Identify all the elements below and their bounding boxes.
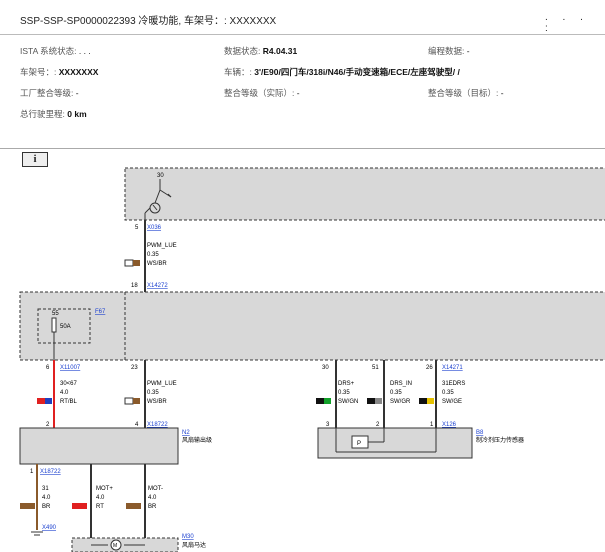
svg-text:WS/BR: WS/BR: [147, 261, 167, 267]
connector-x14271[interactable]: X14271: [442, 365, 463, 371]
svg-text:0.35: 0.35: [390, 390, 402, 396]
svg-text:3: 3: [326, 422, 330, 428]
connector-x14272[interactable]: X14272: [147, 283, 168, 289]
svg-text:SW/GN: SW/GN: [338, 399, 358, 405]
svg-text:MOT-: MOT-: [148, 486, 163, 492]
component-n2[interactable]: N2: [182, 430, 190, 436]
svg-text:PWM_LUE: PWM_LUE: [147, 243, 177, 249]
svg-text:PWM_LUE: PWM_LUE: [147, 381, 177, 387]
wire-color-blue: [45, 398, 52, 404]
svg-text:制冷剂压力传感器: 制冷剂压力传感器: [476, 436, 524, 444]
connector-x18722[interactable]: X18722: [147, 422, 168, 428]
svg-text:DRS+: DRS+: [338, 381, 355, 387]
svg-text:M: M: [113, 543, 117, 549]
svg-text:1: 1: [430, 422, 434, 428]
wire-color-white: [124, 397, 134, 405]
module-n2: [19, 427, 179, 465]
svg-text:0.35: 0.35: [147, 252, 159, 258]
svg-text:0.35: 0.35: [338, 390, 350, 396]
connector-x036[interactable]: X036: [147, 225, 162, 231]
fuse-f67[interactable]: F67: [95, 309, 106, 315]
svg-text:0.35: 0.35: [442, 390, 454, 396]
wire-color-black: [316, 398, 324, 404]
connector-x18722-lower[interactable]: X18722: [40, 469, 61, 475]
wire-color-red: [37, 398, 45, 404]
wire-color-brown: [133, 260, 140, 266]
svg-text:5: 5: [135, 225, 139, 231]
wire-color-red: [72, 503, 87, 509]
wire-color-brown: [126, 503, 141, 509]
svg-text:31: 31: [42, 486, 49, 492]
svg-text:50A: 50A: [60, 324, 71, 330]
wire-color-brown: [20, 503, 35, 509]
svg-text:0.35: 0.35: [147, 390, 159, 396]
svg-text:30: 30: [322, 365, 329, 371]
svg-text:55: 55: [52, 311, 59, 317]
svg-text:4.0: 4.0: [148, 495, 157, 501]
fuse-icon: [51, 317, 57, 333]
wiring-diagram: 30 5 X036 PWM_LUE 0.35 WS/BR 18 X14272 5…: [19, 167, 605, 552]
component-b8[interactable]: B8: [476, 430, 484, 436]
wire-color-yellow: [427, 398, 434, 404]
svg-text:6: 6: [46, 365, 50, 371]
svg-text:2: 2: [376, 422, 380, 428]
svg-text:SW/GR: SW/GR: [390, 399, 411, 405]
svg-text:31EDRS: 31EDRS: [442, 381, 465, 387]
wire-color-black: [419, 398, 427, 404]
svg-text:BR: BR: [42, 504, 51, 510]
svg-text:风扇马达: 风扇马达: [182, 541, 206, 549]
svg-text:DRS_IN: DRS_IN: [390, 381, 412, 387]
component-m30[interactable]: M30: [182, 534, 194, 540]
svg-text:26: 26: [426, 365, 433, 371]
svg-text:BR: BR: [148, 504, 157, 510]
svg-text:2: 2: [46, 422, 50, 428]
svg-text:WS/BR: WS/BR: [147, 399, 167, 405]
wire-color-green: [324, 398, 331, 404]
svg-text:1: 1: [30, 469, 34, 475]
pin-30-label: 30: [157, 173, 164, 179]
svg-text:P: P: [357, 441, 361, 447]
svg-text:RT: RT: [96, 504, 104, 510]
svg-text:23: 23: [131, 365, 138, 371]
svg-text:4.0: 4.0: [42, 495, 51, 501]
wire-color-brown: [133, 398, 140, 404]
middle-module: [19, 291, 605, 361]
ground-x490[interactable]: X490: [42, 525, 57, 531]
svg-text:SW/GE: SW/GE: [442, 399, 462, 405]
svg-text:RT/BL: RT/BL: [60, 399, 78, 405]
wire-color-white: [124, 259, 134, 267]
svg-text:4.0: 4.0: [96, 495, 105, 501]
wire-color-gray: [375, 398, 382, 404]
connector-x126[interactable]: X126: [442, 422, 457, 428]
upper-module: [124, 167, 605, 221]
sensor-b8: [317, 427, 473, 459]
svg-text:风扇输出级: 风扇输出级: [182, 436, 212, 444]
svg-text:51: 51: [372, 365, 379, 371]
svg-text:MOT+: MOT+: [96, 486, 113, 492]
svg-text:4: 4: [135, 422, 139, 428]
svg-text:4.0: 4.0: [60, 390, 69, 396]
svg-text:18: 18: [131, 283, 138, 289]
connector-x11007[interactable]: X11007: [60, 365, 81, 371]
wire-color-black: [367, 398, 375, 404]
svg-text:30<67: 30<67: [60, 381, 78, 387]
